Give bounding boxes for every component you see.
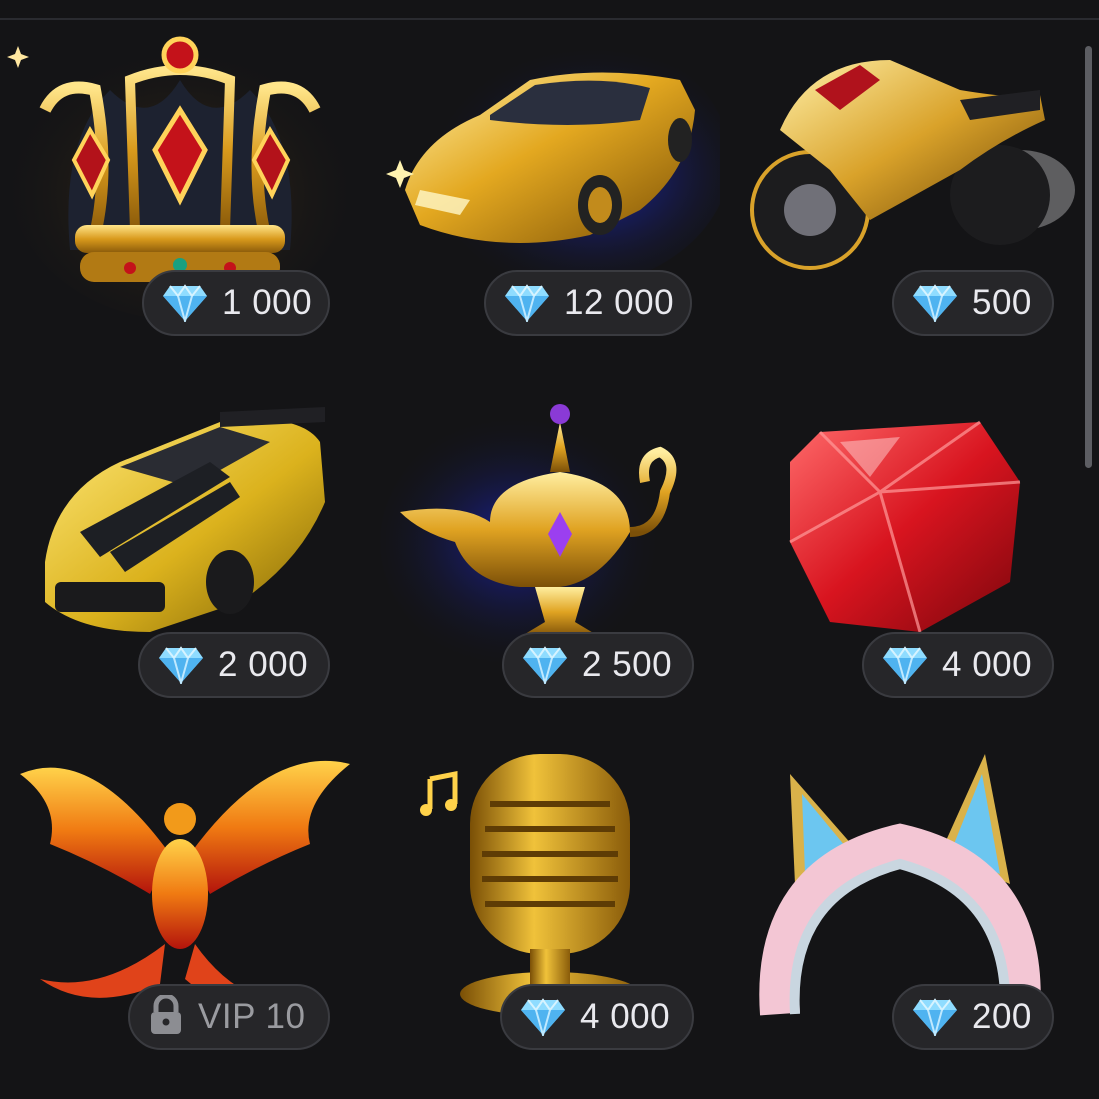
price-value: 4 000 — [580, 997, 671, 1036]
vip-lock-pill: VIP 10 — [128, 984, 330, 1050]
price-pill: 200 — [892, 984, 1054, 1050]
gift-item-headband[interactable]: 200 — [720, 734, 1080, 1096]
lock-icon — [148, 993, 184, 1040]
diamond-icon — [912, 284, 958, 322]
gift-item-crown[interactable]: 1 000 — [0, 20, 360, 382]
diamond-icon — [912, 998, 958, 1036]
gift-item-ruby[interactable]: 4 000 — [720, 382, 1080, 744]
diamond-icon — [162, 284, 208, 322]
gift-item-magic-lamp[interactable]: 2 500 — [360, 382, 720, 744]
gift-item-muscle-car[interactable]: 2 000 — [0, 382, 360, 744]
gift-item-motorcycle[interactable]: 500 — [720, 20, 1080, 382]
diamond-icon — [504, 284, 550, 322]
price-value: 200 — [972, 997, 1032, 1036]
gift-item-microphone[interactable]: 4 000 — [360, 734, 720, 1096]
diamond-icon — [520, 998, 566, 1036]
price-value: 1 000 — [222, 283, 313, 322]
vip-requirement: VIP 10 — [198, 997, 306, 1036]
diamond-icon — [882, 646, 928, 684]
price-pill: 2 500 — [502, 632, 694, 698]
price-value: 2 500 — [582, 645, 673, 684]
scrollbar[interactable] — [1085, 46, 1092, 468]
price-value: 4 000 — [942, 645, 1033, 684]
diamond-icon — [522, 646, 568, 684]
price-value: 12 000 — [564, 283, 675, 322]
gift-item-phoenix[interactable]: VIP 10 — [0, 734, 360, 1096]
gift-grid: 1 000 12 000 500 2 000 2 500 4 000 VIP 1… — [0, 20, 1080, 1099]
price-pill: 4 000 — [500, 984, 694, 1050]
price-pill: 500 — [892, 270, 1054, 336]
price-pill: 4 000 — [862, 632, 1054, 698]
gift-item-sports-car[interactable]: 12 000 — [360, 20, 720, 382]
price-value: 500 — [972, 283, 1032, 322]
price-value: 2 000 — [218, 645, 309, 684]
price-pill: 2 000 — [138, 632, 330, 698]
diamond-icon — [158, 646, 204, 684]
price-pill: 1 000 — [142, 270, 330, 336]
price-pill: 12 000 — [484, 270, 692, 336]
